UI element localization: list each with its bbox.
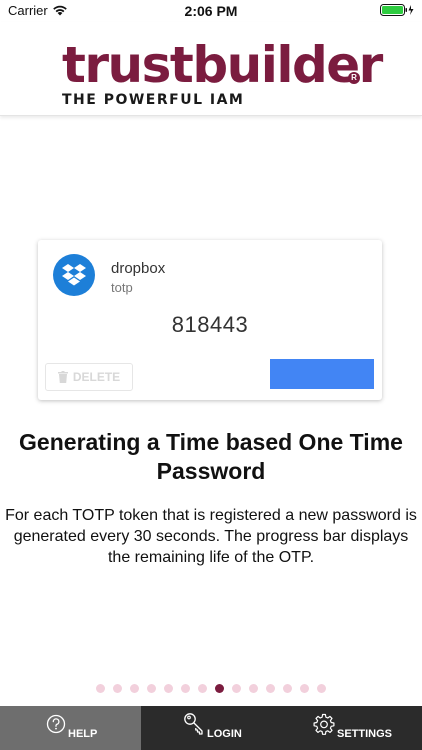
page-dot-active[interactable] bbox=[215, 684, 224, 693]
page-indicator[interactable] bbox=[0, 684, 422, 694]
token-type: totp bbox=[111, 280, 133, 295]
help-title: Generating a Time based One Time Passwor… bbox=[19, 429, 403, 484]
page-dot[interactable] bbox=[249, 684, 258, 693]
trustbuilder-logo: trustbuilder bbox=[62, 36, 383, 94]
tab-bar: HELP LOGIN SETTINGS bbox=[0, 706, 422, 750]
status-time: 2:06 PM bbox=[184, 3, 238, 19]
otp-code: 818443 bbox=[171, 312, 249, 337]
help-description: For each TOTP token that is registered a… bbox=[5, 507, 417, 566]
token-card: dropbox totp 818443 DELETE bbox=[38, 240, 382, 400]
tab-login-label: LOGIN bbox=[207, 728, 242, 740]
registered-mark: R bbox=[348, 72, 360, 84]
tab-settings[interactable]: SETTINGS bbox=[281, 706, 422, 750]
key-icon bbox=[184, 713, 203, 735]
tab-login[interactable]: LOGIN bbox=[141, 706, 281, 750]
page-dot[interactable] bbox=[198, 684, 207, 693]
page-dot[interactable] bbox=[164, 684, 173, 693]
page-dot[interactable] bbox=[130, 684, 139, 693]
help-circle-icon bbox=[46, 714, 66, 734]
page-dot[interactable] bbox=[181, 684, 190, 693]
delete-label: DELETE bbox=[72, 370, 121, 384]
tab-help[interactable]: HELP bbox=[0, 706, 141, 750]
tab-settings-label: SETTINGS bbox=[337, 728, 393, 740]
otp-progress-bar bbox=[270, 359, 374, 389]
page-dot[interactable] bbox=[147, 684, 156, 693]
token-name: dropbox bbox=[111, 260, 166, 277]
dropbox-icon bbox=[53, 254, 95, 296]
page-dot[interactable] bbox=[113, 684, 122, 693]
page-dot[interactable] bbox=[283, 684, 292, 693]
page-dot[interactable] bbox=[317, 684, 326, 693]
status-bar: Carrier 2:06 PM bbox=[0, 0, 422, 22]
gear-icon bbox=[313, 713, 335, 735]
page-dot[interactable] bbox=[96, 684, 105, 693]
app-header: trustbuilder R THE POWERFUL IAM bbox=[0, 22, 422, 116]
trash-icon bbox=[57, 371, 68, 383]
battery-icon bbox=[380, 4, 414, 16]
page-dot[interactable] bbox=[300, 684, 309, 693]
page-dot[interactable] bbox=[266, 684, 275, 693]
page-dot[interactable] bbox=[232, 684, 241, 693]
tab-help-label: HELP bbox=[68, 728, 98, 740]
otp-progress-fill bbox=[270, 359, 374, 389]
delete-button[interactable]: DELETE bbox=[45, 363, 133, 391]
tagline: THE POWERFUL IAM bbox=[62, 92, 245, 108]
